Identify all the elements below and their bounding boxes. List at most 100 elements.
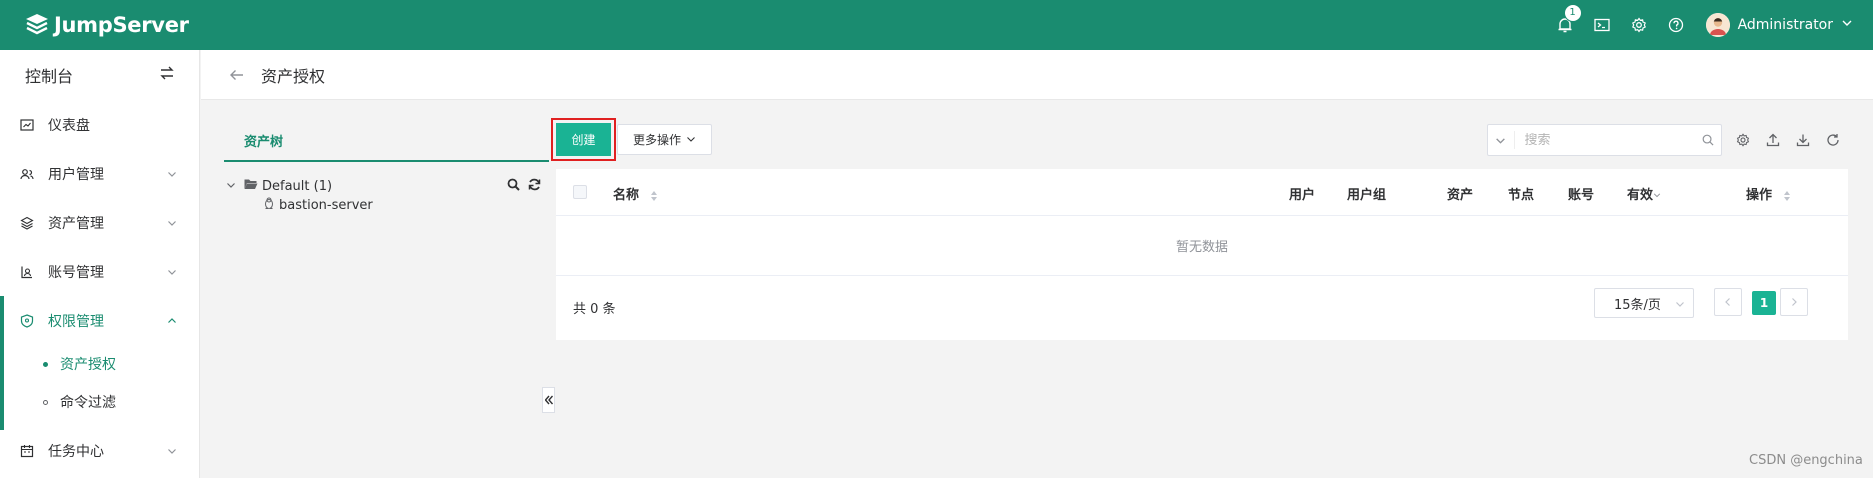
chevron-down-icon[interactable] — [1841, 17, 1853, 33]
tree-node-label: Default (1) — [262, 178, 333, 194]
more-actions-dropdown[interactable]: 更多操作 — [617, 124, 712, 155]
total-count: 共 0 条 — [573, 302, 616, 317]
linux-icon — [264, 197, 274, 213]
page-number-current[interactable]: 1 — [1752, 291, 1776, 315]
column-header-action[interactable]: 操作 — [1746, 184, 1791, 203]
chevron-left-icon — [1725, 298, 1730, 306]
collapse-tree-button[interactable] — [542, 387, 555, 413]
bullet-dot — [43, 361, 48, 367]
select-all-checkbox[interactable] — [573, 185, 587, 199]
page-title: 资产授权 — [261, 66, 326, 86]
page-size-select[interactable]: 15条/页 — [1594, 288, 1694, 318]
sidebar-title: 控制台 — [25, 67, 74, 86]
sidebar-subitem-command-filter[interactable]: 命令过滤 — [0, 383, 199, 421]
layers-icon — [20, 216, 34, 230]
gear-icon[interactable] — [1629, 15, 1649, 35]
watermark: CSDN @engchina — [1749, 453, 1863, 468]
chevron-down-icon — [686, 133, 696, 147]
chevron-down-icon — [167, 444, 177, 460]
sidebar-item-label: 权限管理 — [48, 313, 104, 330]
prev-page-button[interactable] — [1714, 288, 1742, 316]
sidebar-item-label: 资产管理 — [48, 215, 104, 232]
shield-icon — [20, 313, 34, 328]
logo-icon — [26, 14, 48, 35]
tree-node-label: bastion-server — [279, 197, 373, 213]
table-tools — [1735, 132, 1855, 147]
search-icon[interactable] — [507, 178, 520, 195]
dashboard-icon — [20, 118, 34, 132]
tree-tools — [499, 178, 541, 195]
empty-state: 暂无数据 — [556, 216, 1848, 276]
sort-icon[interactable] — [650, 190, 658, 202]
switch-icon[interactable] — [159, 65, 175, 85]
refresh-icon[interactable] — [1825, 132, 1840, 147]
page-size-value: 15条/页 — [1614, 297, 1661, 313]
tab-asset-tree[interactable]: 资产树 — [224, 124, 549, 162]
sidebar-item-permissions[interactable]: 权限管理 — [0, 296, 199, 345]
sidebar-item-label: 任务中心 — [48, 443, 104, 460]
column-label: 有效 — [1627, 188, 1654, 203]
column-header-name[interactable]: 名称 — [613, 184, 658, 203]
chevron-right-icon — [1792, 298, 1797, 306]
active-indicator — [0, 296, 4, 430]
sidebar-item-assets[interactable]: 资产管理 — [0, 198, 199, 247]
column-header-user: 用户 — [1289, 188, 1316, 203]
sidebar-item-label: 仪表盘 — [48, 117, 90, 134]
table-header: 名称 用户 用户组 资产 节点 账号 有效 操作 — [556, 169, 1848, 216]
tree-node-root[interactable]: Default (1) — [226, 178, 332, 194]
filter-chevron-icon[interactable] — [1653, 191, 1661, 199]
back-arrow-icon[interactable] — [229, 67, 245, 83]
sidebar-subitem-label: 资产授权 — [60, 357, 116, 373]
chevron-down-icon — [167, 265, 177, 281]
sidebar-item-tasks[interactable]: 任务中心 — [0, 426, 199, 475]
table-footer: 共 0 条 15条/页 1 — [556, 276, 1848, 339]
sidebar-header: 控制台 — [0, 50, 199, 100]
settings-icon[interactable] — [1735, 132, 1750, 147]
asset-tree-panel: 资产树 Default (1) bastion-server — [224, 124, 554, 354]
column-label: 名称 — [613, 188, 640, 203]
sidebar-item-accounts[interactable]: 账号管理 — [0, 247, 199, 296]
sidebar-subitem-asset-permission[interactable]: 资产授权 — [0, 345, 199, 383]
column-header-asset: 资产 — [1447, 188, 1474, 203]
sidebar-item-label: 账号管理 — [48, 264, 104, 281]
search-icon[interactable] — [1695, 134, 1721, 146]
chevron-down-icon[interactable] — [226, 179, 236, 194]
user-name[interactable]: Administrator — [1738, 17, 1833, 33]
calendar-icon — [20, 444, 34, 458]
terminal-icon[interactable] — [1592, 15, 1612, 35]
avatar[interactable] — [1705, 13, 1730, 37]
sidebar-item-dashboard[interactable]: 仪表盘 — [0, 100, 199, 149]
chevron-down-icon — [167, 216, 177, 232]
upload-icon[interactable] — [1765, 132, 1780, 147]
create-button[interactable]: 创建 — [556, 123, 611, 156]
chevron-down-icon[interactable] — [1488, 131, 1515, 149]
app-name: JumpServer — [54, 13, 189, 37]
sidebar: 控制台 仪表盘 用户管理 资产管理 账号管理 权限管理 资产授权 命令过滤 任务… — [0, 50, 200, 478]
app-logo[interactable]: JumpServer — [24, 12, 189, 38]
chevron-up-icon — [167, 314, 177, 330]
account-icon — [20, 265, 34, 279]
permissions-table: 名称 用户 用户组 资产 节点 账号 有效 操作 暂无数据 共 0 条 15条/… — [556, 169, 1848, 340]
column-header-account: 账号 — [1568, 188, 1595, 203]
sidebar-subitem-label: 命令过滤 — [60, 395, 116, 411]
folder-open-icon — [244, 178, 258, 194]
bullet-dot — [43, 399, 48, 405]
users-icon — [20, 167, 34, 181]
search-input[interactable] — [1514, 132, 1695, 148]
top-navbar: JumpServer 1 Administrator — [0, 0, 1873, 50]
next-page-button[interactable] — [1780, 288, 1808, 316]
chevron-down-icon — [167, 167, 177, 183]
sort-icon[interactable] — [1783, 190, 1791, 202]
chevron-down-icon — [1675, 298, 1685, 313]
page-header: 资产授权 — [201, 50, 1873, 100]
refresh-icon[interactable] — [528, 178, 541, 195]
search-box[interactable] — [1487, 124, 1722, 156]
column-header-valid[interactable]: 有效 — [1627, 184, 1661, 203]
sidebar-item-users[interactable]: 用户管理 — [0, 149, 199, 198]
tree-node-asset[interactable]: bastion-server — [264, 197, 373, 213]
create-button-highlight: 创建 — [551, 118, 616, 161]
bell-icon[interactable]: 1 — [1555, 5, 1581, 35]
help-icon[interactable] — [1666, 15, 1686, 35]
download-icon[interactable] — [1795, 132, 1810, 147]
column-label: 操作 — [1746, 188, 1773, 203]
